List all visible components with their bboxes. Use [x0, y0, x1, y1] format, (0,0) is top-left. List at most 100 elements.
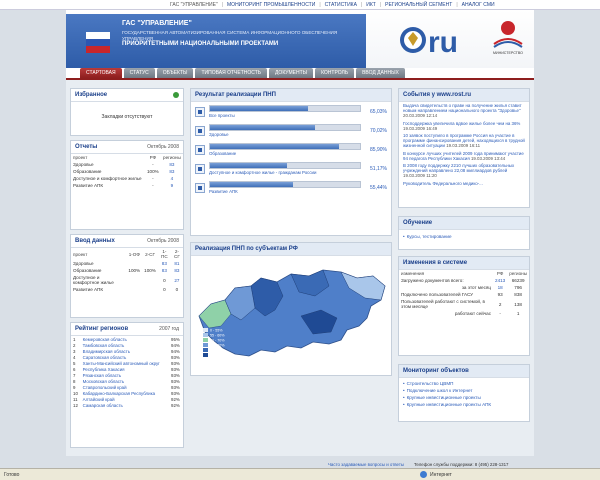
news-item[interactable]: В конкурсе лучших учителей 2009 года при… — [399, 150, 529, 162]
result-percent: 51,17% — [370, 165, 387, 172]
reports-panel: Отчеты Октябрь 2008 проект РФ регионы Зд… — [70, 140, 184, 230]
result-row[interactable]: Развитие АПК 55,44% — [191, 178, 391, 197]
table-row: Образование 100% 100% 83 83 — [73, 268, 180, 273]
table-row: Подключено пользователей ГАСУ 93 838 — [401, 292, 522, 297]
news-item[interactable]: 10 заявок поступило в программе Россия н… — [399, 132, 529, 150]
reports-table: проект РФ регионы Здоровье - 83 Образова… — [71, 154, 183, 189]
topnav-link-monitoring[interactable]: МОНИТОРИНГ ПРОМЫШЛЕННОСТИ — [227, 2, 315, 8]
result-label: Доступное и комфортное жилье - гражданам… — [209, 170, 317, 175]
faq-link[interactable]: Часто задаваемые вопросы и ответы — [328, 462, 404, 467]
result-percent: 70,02% — [370, 127, 387, 134]
tab-control[interactable]: КОНТРОЛЬ — [315, 68, 355, 78]
legend-label: 0 - 55% — [210, 329, 223, 333]
header-subtitle: ГОСУДАРСТВЕННАЯ АВТОМАТИЗИРОВАННАЯ СИСТЕ… — [122, 30, 338, 48]
rating-year: 2007 год — [159, 326, 179, 332]
progress-fill — [210, 106, 308, 111]
rating-title: Рейтинг регионов — [75, 326, 129, 332]
table-row: Здоровье 83 81 — [73, 261, 180, 266]
monitoring-panel: Мониторинг объектов • Строительство ЦВМП … — [398, 364, 530, 422]
table-row: 12 Самарская область 92% — [73, 402, 180, 408]
housing-icon — [195, 163, 205, 174]
tab-documents[interactable]: ДОКУМЕНТЫ — [269, 68, 314, 78]
changes-table: изменения РФ регионы Загружено документо… — [399, 270, 529, 317]
legend-label: 80 - 90% — [210, 349, 225, 353]
monitoring-link[interactable]: • Крупные инвестиционные проекты — [399, 394, 529, 401]
training-link[interactable]: • Курсы, тестирование — [399, 233, 529, 240]
result-label: Все проекты — [209, 113, 235, 118]
news-item[interactable]: Выдача свидетельств о праве на получение… — [399, 102, 529, 120]
training-title: Обучение — [399, 217, 529, 230]
news-item[interactable]: Руководитель Федерального медико-... — [399, 180, 529, 187]
data-input-panel: Ввод данных Октябрь 2008 проект 1-ОФ 2-С… — [70, 234, 184, 318]
result-row[interactable]: Доступное и комфортное жилье - гражданам… — [191, 159, 391, 178]
agriculture-icon — [195, 182, 205, 193]
legend-label: 90 - 100% — [210, 354, 227, 358]
ministry-logo: МИНИСТЕРСТВО — [488, 16, 528, 66]
tab-start[interactable]: СТАРТОВАЯ — [80, 68, 122, 78]
results-title: Результат реализации ПНП — [191, 89, 391, 102]
rating-table: 1 Кемеровская область 95% 2 Тамбовская обла… — [71, 336, 183, 408]
russia-map[interactable]: 0 - 55% 55 - 60% 60 - 70% 70 - 80% 80 - … — [191, 256, 391, 368]
result-percent: 65,03% — [370, 108, 387, 115]
main-menu: СТАРТОВАЯ СТАТУС ОБЪЕКТЫ ТИПОВАЯ ОТЧЕТНО… — [66, 68, 534, 80]
favorites-panel: Избранное Закладки отсутствуют — [70, 88, 184, 136]
tab-objects[interactable]: ОБЪЕКТЫ — [156, 68, 194, 78]
result-row[interactable]: Все проекты 65,03% — [191, 102, 391, 121]
results-list: Все проекты 65,03% Здоровье 70,02% Образ… — [191, 102, 391, 197]
monitoring-link[interactable]: • Подключение школ к Интернет — [399, 387, 529, 394]
reports-title: Отчеты — [75, 144, 98, 150]
ministry-emblem-icon — [493, 21, 523, 48]
data-input-title: Ввод данных — [75, 238, 115, 244]
result-label: Развитие АПК — [209, 189, 238, 194]
reports-period: Октябрь 2008 — [147, 144, 179, 150]
progress-track — [209, 181, 361, 188]
result-row[interactable]: Образование 85,90% — [191, 140, 391, 159]
progress-fill — [210, 144, 339, 149]
support-phone: Телефон службы поддержки: 8 (495) 228-13… — [413, 462, 509, 467]
table-header: изменения РФ регионы — [401, 271, 527, 276]
topnav-link-ict[interactable]: ИКТ — [366, 2, 376, 8]
tab-data-input[interactable]: ВВОД ДАННЫХ — [356, 68, 405, 78]
tab-typical-reports[interactable]: ТИПОВАЯ ОТЧЕТНОСТЬ — [195, 68, 268, 78]
progress-fill — [210, 125, 316, 130]
progress-fill — [210, 182, 294, 187]
health-icon — [195, 125, 205, 136]
table-header: проект РФ регионы — [73, 155, 181, 160]
monitoring-link[interactable]: • Крупные инвестиционные проекты АПК — [399, 401, 529, 408]
legend-swatch — [203, 328, 208, 332]
news-item[interactable]: В 2008 году поддержку 2210 лучших образо… — [399, 162, 529, 180]
zone-label: Интернет — [430, 471, 452, 478]
table-row: Доступное и комфортное жилье 0 27 — [73, 275, 180, 285]
legend-label: 55 - 60% — [210, 334, 225, 338]
header-banner: ГАС "УПРАВЛЕНИЕ" ГОСУДАРСТВЕННАЯ АВТОМАТ… — [66, 14, 366, 68]
result-row[interactable]: Здоровье 70,02% — [191, 121, 391, 140]
favorites-title: Избранное — [71, 89, 183, 102]
topnav-current: ГАС "УПРАВЛЕНИЕ" — [170, 1, 218, 8]
education-icon — [195, 144, 205, 155]
news-item[interactable]: Господдержка увеличила вдвое жилье более… — [399, 120, 529, 132]
data-input-period: Октябрь 2008 — [147, 238, 179, 244]
top-navigation: ГАС "УПРАВЛЕНИЕ" | МОНИТОРИНГ ПРОМЫШЛЕНН… — [0, 0, 600, 10]
table-row: Пользователей работают с системой, в это… — [401, 299, 522, 309]
table-row: Развитие АПК 0 0 — [73, 287, 179, 292]
topnav-link-statistics[interactable]: СТАТИСТИКА — [325, 2, 357, 8]
results-panel: Результат реализации ПНП Все проекты 65,… — [190, 88, 392, 236]
topnav-link-media[interactable]: АНАЛОГ СМИ — [462, 2, 495, 8]
table-row: Загружено документов всего: 2413 66239 — [401, 278, 525, 283]
table-row: за этот месяц 18 796 — [461, 285, 522, 290]
table-row: Доступное и комфортное жилье - 4 — [73, 176, 174, 181]
ru-logo-icon[interactable]: ru — [398, 18, 488, 62]
monitoring-link[interactable]: • Строительство ЦВМП — [399, 380, 529, 387]
table-row: Образование 100% 83 — [73, 169, 175, 174]
legend-swatch — [203, 348, 208, 352]
topnav-link-regional[interactable]: РЕГИОНАЛЬНЫЙ СЕГМЕНТ — [385, 2, 452, 8]
progress-track — [209, 162, 361, 169]
tab-status[interactable]: СТАТУС — [123, 68, 155, 78]
add-favorite-icon[interactable] — [173, 92, 179, 98]
all-projects-icon — [195, 106, 205, 117]
site-header: ГАС "УПРАВЛЕНИЕ" ГОСУДАРСТВЕННАЯ АВТОМАТ… — [66, 10, 534, 68]
legend-swatch — [203, 338, 208, 342]
map-panel: Реализация ПНП по субъектам РФ 0 - 55% 5… — [190, 242, 392, 376]
table-row: Развитие АПК - 9 — [73, 183, 174, 188]
training-panel: Обучение • Курсы, тестирование — [398, 216, 530, 250]
